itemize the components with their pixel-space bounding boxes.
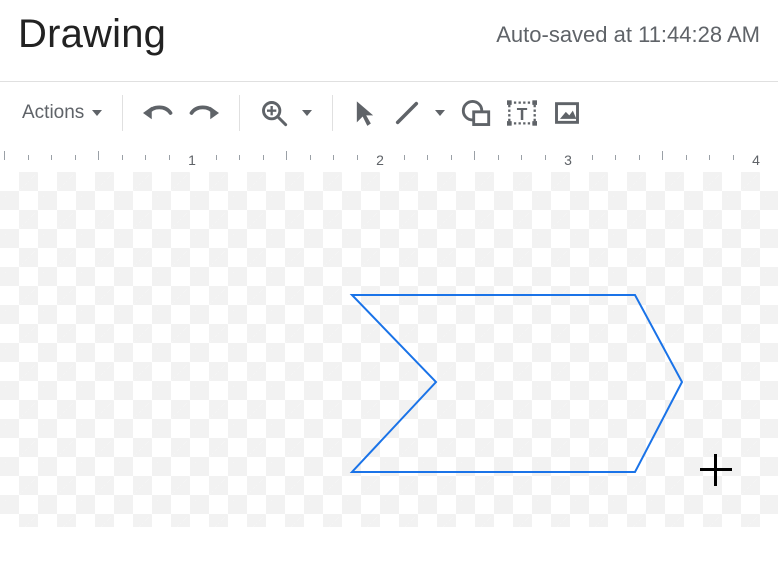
ruler-label: 3 (564, 152, 572, 168)
toolbar-separator (332, 95, 333, 131)
svg-text:T: T (517, 104, 528, 124)
textbox-tool-button[interactable]: T (499, 92, 545, 134)
image-icon (553, 99, 581, 127)
redo-icon (189, 101, 219, 125)
zoom-button[interactable] (252, 92, 296, 134)
line-icon (393, 99, 421, 127)
dialog-title: Drawing (18, 12, 166, 57)
autosave-status: Auto-saved at 11:44:28 AM (496, 22, 760, 48)
horizontal-ruler: 1 2 3 4 (0, 144, 778, 172)
textbox-icon: T (507, 99, 537, 127)
ruler-label: 4 (752, 152, 760, 168)
cursor-icon (353, 99, 377, 127)
actions-label: Actions (22, 102, 88, 124)
ruler-label: 1 (188, 152, 196, 168)
crosshair-cursor-icon (700, 454, 732, 486)
shape-tool-button[interactable] (453, 92, 499, 134)
caret-down-icon (435, 110, 445, 116)
undo-icon (143, 101, 173, 125)
zoom-dropdown-button[interactable] (296, 92, 320, 134)
line-tool-button[interactable] (385, 92, 429, 134)
ruler-label: 2 (376, 152, 384, 168)
zoom-in-icon (260, 99, 288, 127)
caret-down-icon (92, 110, 102, 116)
shape-icon (461, 99, 491, 127)
undo-button[interactable] (135, 92, 181, 134)
line-dropdown-button[interactable] (429, 92, 453, 134)
chevron-shape[interactable] (0, 172, 778, 527)
toolbar-separator (122, 95, 123, 131)
drawing-canvas[interactable] (0, 172, 778, 527)
toolbar-separator (239, 95, 240, 131)
image-tool-button[interactable] (545, 92, 589, 134)
toolbar: Actions (0, 82, 778, 144)
select-tool-button[interactable] (345, 92, 385, 134)
caret-down-icon (302, 110, 312, 116)
actions-menu-button[interactable]: Actions (14, 92, 110, 134)
redo-button[interactable] (181, 92, 227, 134)
dialog-header: Drawing Auto-saved at 11:44:28 AM (0, 0, 778, 81)
